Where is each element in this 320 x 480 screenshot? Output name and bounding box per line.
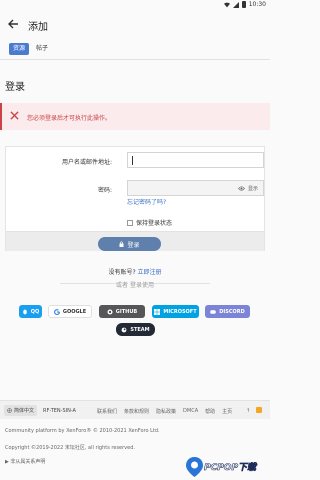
show-password-label: 显示 — [247, 185, 258, 192]
tabs-divider — [0, 59, 270, 60]
language-chooser[interactable]: 简体中文 — [4, 405, 38, 416]
disclaimer-link[interactable]: ▶ 非从属关系声明 — [5, 458, 45, 465]
password-input[interactable]: 显示 — [127, 180, 264, 196]
qq-icon — [22, 309, 27, 314]
footer-bar: 简体中文 RF-TEN-SIN-A 联系我们 条款和规则 隐私政策 DMCA 帮… — [0, 400, 270, 419]
register-link[interactable]: 立即注册 — [138, 269, 162, 276]
footer-link-contact[interactable]: 联系我们 — [97, 408, 117, 415]
discord-login-button[interactable]: DISCORD — [205, 305, 250, 318]
google-login-button[interactable]: GOOGLE — [48, 305, 92, 318]
wifi-icon — [223, 2, 230, 7]
qq-login-button[interactable]: QQ — [19, 305, 42, 318]
footer-link-terms[interactable]: 条款和规则 — [124, 408, 149, 415]
steam-login-button[interactable]: STEAM — [116, 323, 155, 336]
globe-icon — [7, 408, 12, 413]
microsoft-label: MICROSOFT — [163, 308, 197, 315]
language-label: 简体中文 — [14, 408, 35, 414]
text-caret — [132, 156, 133, 165]
register-prompt-text: 没有账号? — [108, 269, 136, 276]
style-chooser[interactable]: RF-TEN-SIN-A — [43, 408, 76, 414]
status-time: 10:30 — [248, 1, 266, 8]
status-icons: 10:30 — [223, 1, 266, 8]
remember-label: 保持登录状态 — [136, 220, 173, 227]
footer-links: 联系我们 条款和规则 隐私政策 DMCA 帮助 主页 — [97, 408, 232, 415]
login-form: 用户名或邮件地址: 密码: 显示 忘记密码了吗? 保持登录状态 登录 — [5, 146, 265, 251]
error-alert: 您必须登录后才可执行此操作。 — [0, 103, 270, 130]
qq-label: QQ — [30, 308, 40, 315]
steam-label: STEAM — [130, 326, 150, 333]
footer-link-privacy[interactable]: 隐私政策 — [156, 408, 176, 415]
status-bar: 10:30 — [0, 0, 270, 11]
copyright-xenforo: Community platform by XenForo® © 2010-20… — [5, 428, 160, 434]
username-input[interactable] — [127, 152, 264, 168]
copyright-site: Copyright ©2019-2022 末坛社区, all rights re… — [5, 445, 135, 451]
github-login-button[interactable]: GITHUB — [99, 305, 145, 318]
login-button-label: 登录 — [127, 241, 140, 249]
footer-link-help[interactable]: 帮助 — [205, 408, 215, 415]
form-footer: 登录 — [6, 231, 264, 251]
register-prompt: 没有账号? 立即注册 — [0, 267, 270, 276]
password-label: 密码: — [97, 187, 112, 194]
github-label: GITHUB — [115, 308, 138, 315]
lock-icon — [119, 241, 124, 247]
microsoft-login-button[interactable]: MICROSOFT — [152, 305, 199, 318]
back-arrow-icon[interactable] — [6, 17, 20, 31]
google-icon — [53, 308, 60, 315]
login-button[interactable]: 登录 — [98, 237, 161, 251]
eye-icon — [238, 185, 245, 191]
tab-bar: 资源 帖子 — [0, 40, 270, 60]
steam-icon — [121, 327, 127, 332]
page-title: 登录 — [5, 82, 25, 93]
battery-icon — [241, 1, 246, 8]
footer-link-dmca[interactable]: DMCA — [183, 408, 198, 415]
footer-link-home[interactable]: 主页 — [222, 408, 232, 415]
remember-checkbox[interactable] — [127, 219, 133, 226]
close-icon — [10, 111, 19, 120]
remember-me[interactable]: 保持登录状态 — [127, 218, 172, 227]
username-label: 用户名或邮件地址: — [61, 159, 112, 166]
watermark-text: PCPOP下载 — [204, 463, 257, 474]
watermark-logo: PCPOP下载 — [186, 455, 269, 479]
tab-threads[interactable]: 帖子 — [36, 43, 48, 55]
google-label: GOOGLE — [62, 308, 87, 315]
social-heading: 或者 登录使用 — [116, 282, 154, 289]
app-bar: 添加 — [0, 11, 270, 39]
show-password-button[interactable]: 显示 — [235, 183, 261, 193]
microsoft-icon — [154, 308, 161, 315]
app-title: 添加 — [28, 22, 48, 33]
discord-label: DISCORD — [219, 308, 245, 315]
alert-text: 您必须登录后才可执行此操作。 — [27, 115, 112, 122]
back-to-top-icon[interactable]: ↑ — [246, 408, 250, 414]
discord-icon — [210, 309, 216, 314]
rss-icon[interactable] — [256, 407, 262, 413]
forgot-password-link[interactable]: 忘记密码了吗? — [127, 197, 166, 206]
github-icon — [107, 308, 113, 315]
tab-resources[interactable]: 资源 — [9, 43, 30, 55]
watermark-pin-icon — [186, 457, 203, 477]
signal-icon — [232, 1, 239, 8]
